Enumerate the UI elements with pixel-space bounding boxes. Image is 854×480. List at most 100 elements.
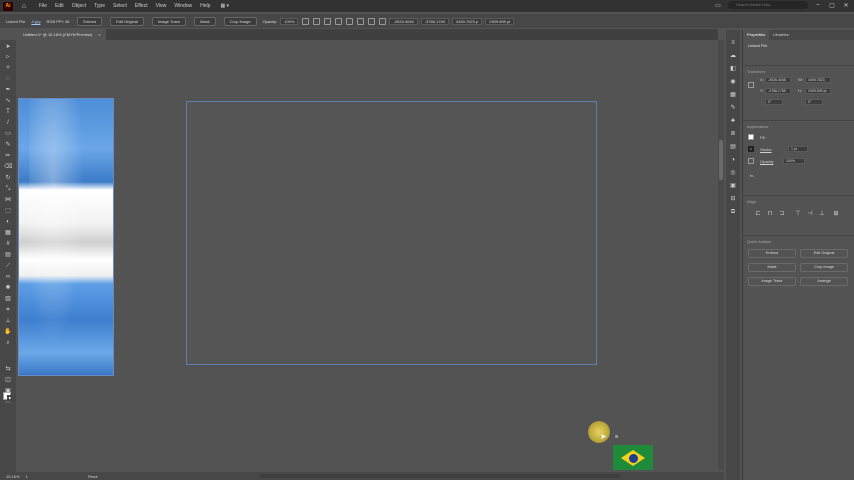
workspace-switcher-icon[interactable]: ▦ ▾ <box>220 3 229 9</box>
swap-colors-icon[interactable]: ⇆ <box>4 366 12 373</box>
column-graph-tool-icon[interactable]: ▥ <box>4 296 12 303</box>
home-icon[interactable]: ⌂ <box>19 2 29 11</box>
pencil-tool-icon[interactable]: ✏ <box>4 153 12 160</box>
tab-libraries[interactable]: Libraries <box>769 30 792 40</box>
direct-selection-tool-icon[interactable]: ▹ <box>4 54 12 61</box>
qa-crop-image-button[interactable]: Crop Image <box>800 263 848 272</box>
zoom-tool-icon[interactable]: ⌕ <box>4 340 12 347</box>
edit-toolbar-icon[interactable]: ⋯ <box>4 400 12 407</box>
horizontal-scrollbar[interactable] <box>260 474 620 478</box>
properties-icon[interactable]: ≡ <box>729 40 737 47</box>
symbol-sprayer-tool-icon[interactable]: ✺ <box>4 285 12 292</box>
rotate-field[interactable]: 0° <box>765 99 783 105</box>
align-center-icon[interactable] <box>324 17 332 25</box>
layers-icon[interactable]: ◧ <box>729 66 737 73</box>
crop-image-button[interactable]: Crop Image <box>223 16 257 26</box>
argentina-flag-image[interactable] <box>18 98 114 376</box>
align-top-icon[interactable] <box>346 17 354 25</box>
opacity-field[interactable]: 100% <box>280 17 299 25</box>
menu-select[interactable]: Select <box>113 3 127 9</box>
align-bottom-icon[interactable] <box>368 17 376 25</box>
panel-x-field[interactable]: -3926.4046 <box>765 77 791 83</box>
align-hcenter-icon[interactable]: ⊓ <box>767 211 773 217</box>
align-bottom-icon[interactable]: ⊥ <box>819 211 825 217</box>
graphic-styles-icon[interactable]: ▣ <box>729 183 737 190</box>
embed-button[interactable]: Embed <box>77 16 103 26</box>
mesh-tool-icon[interactable]: # <box>4 241 12 248</box>
pathfinder-icon[interactable]: ⧉ <box>729 209 737 216</box>
align-left-icon[interactable] <box>313 17 321 25</box>
panel-h-field[interactable]: 2909.899 pt <box>805 88 831 94</box>
canvas[interactable]: ➤ ⊞ <box>18 40 718 470</box>
scale-tool-icon[interactable]: ⤡ <box>4 186 12 193</box>
align-left-icon[interactable]: ⊏ <box>755 211 761 217</box>
align-right-icon[interactable] <box>335 17 343 25</box>
blend-tool-icon[interactable]: ∞ <box>4 274 12 281</box>
curvature-tool-icon[interactable]: ∿ <box>4 98 12 105</box>
filename-link[interactable]: A.jpg <box>31 19 40 24</box>
panel-w-field[interactable]: 4490.7623 <box>805 77 831 83</box>
menu-window[interactable]: Window <box>174 3 192 9</box>
minimize-icon[interactable]: – <box>814 2 822 8</box>
stroke-icon[interactable]: ≣ <box>729 131 737 138</box>
panel-opacity-field[interactable]: 100% <box>783 158 805 164</box>
color-icon[interactable]: ◉ <box>729 79 737 86</box>
align-middle-icon[interactable] <box>357 17 365 25</box>
artboard-number[interactable]: 1 <box>26 474 28 479</box>
pen-tool-icon[interactable]: ✒ <box>4 87 12 94</box>
slice-tool-icon[interactable]: ⟂ <box>4 318 12 325</box>
shear-field[interactable]: 0° <box>805 99 823 105</box>
align-to-icon[interactable]: ⊞ <box>833 211 839 217</box>
menu-view[interactable]: View <box>156 3 167 9</box>
menu-help[interactable]: Help <box>200 3 210 9</box>
eraser-tool-icon[interactable]: ⌫ <box>4 164 12 171</box>
libraries-icon[interactable]: ☁ <box>729 53 737 60</box>
gradient-icon[interactable]: ▤ <box>729 144 737 151</box>
artboard-tool-icon[interactable]: ⌗ <box>4 307 12 314</box>
width-tool-icon[interactable]: ⋈ <box>4 197 12 204</box>
zoom-level[interactable]: 15.16% <box>6 474 20 479</box>
stroke-weight-field[interactable]: 1 pt <box>788 146 808 152</box>
close-icon[interactable]: ✕ <box>842 2 850 9</box>
brazil-flag-image[interactable] <box>613 445 653 470</box>
qa-embed-button[interactable]: Embed <box>748 249 796 258</box>
symbols-icon[interactable]: ♣ <box>729 118 737 125</box>
align-top-icon[interactable]: ⊤ <box>795 211 801 217</box>
search-input[interactable]: Search Adobe Help <box>728 1 808 9</box>
menu-object[interactable]: Object <box>72 3 86 9</box>
tab-document[interactable]: Untitled-1* @ 15.16% (CMYK/Preview) × <box>18 29 106 40</box>
hand-tool-icon[interactable]: ✋ <box>4 329 12 336</box>
vertical-scrollbar[interactable] <box>718 40 724 470</box>
tab-properties[interactable]: Properties <box>743 30 770 40</box>
free-transform-tool-icon[interactable]: ⬚ <box>4 208 12 215</box>
reference-point-icon[interactable] <box>748 82 754 88</box>
h-field[interactable]: 2909.899 pt <box>485 17 515 25</box>
reference-point-icon[interactable] <box>379 17 387 25</box>
stroke-swatch[interactable] <box>748 146 754 152</box>
qa-edit-original-button[interactable]: Edit Original <box>800 249 848 258</box>
magic-wand-tool-icon[interactable]: ✧ <box>4 65 12 72</box>
appearance-icon[interactable]: ◎ <box>729 170 737 177</box>
swatches-icon[interactable]: ▦ <box>729 92 737 99</box>
y-field[interactable]: -3786.1789 <box>420 17 449 25</box>
qa-arrange-button[interactable]: Arrange <box>800 277 848 286</box>
x-field[interactable]: -3926.4046 <box>389 17 418 25</box>
maximize-icon[interactable]: ▢ <box>828 2 836 9</box>
screen-mode-icon[interactable]: ▣ <box>4 388 12 395</box>
align-panel-icon[interactable]: ⊟ <box>729 196 737 203</box>
transparency-icon[interactable]: ◑ <box>729 157 737 164</box>
line-tool-icon[interactable]: / <box>4 120 12 127</box>
paintbrush-tool-icon[interactable]: ✎ <box>4 142 12 149</box>
qa-mask-button[interactable]: Mask <box>748 263 796 272</box>
menu-edit[interactable]: Edit <box>55 3 64 9</box>
shape-builder-tool-icon[interactable]: ◐ <box>4 219 12 226</box>
menu-file[interactable]: File <box>39 3 47 9</box>
menu-effect[interactable]: Effect <box>135 3 148 9</box>
align-icon[interactable] <box>302 17 310 25</box>
qa-image-trace-button[interactable]: Image Trace <box>748 277 796 286</box>
arrange-icon[interactable]: ▭ <box>714 2 722 9</box>
mask-button[interactable]: Mask <box>194 16 216 26</box>
drawing-mode-icon[interactable]: ◫ <box>4 377 12 384</box>
perspective-grid-tool-icon[interactable]: ▦ <box>4 230 12 237</box>
tab-close-icon[interactable]: × <box>98 29 100 40</box>
